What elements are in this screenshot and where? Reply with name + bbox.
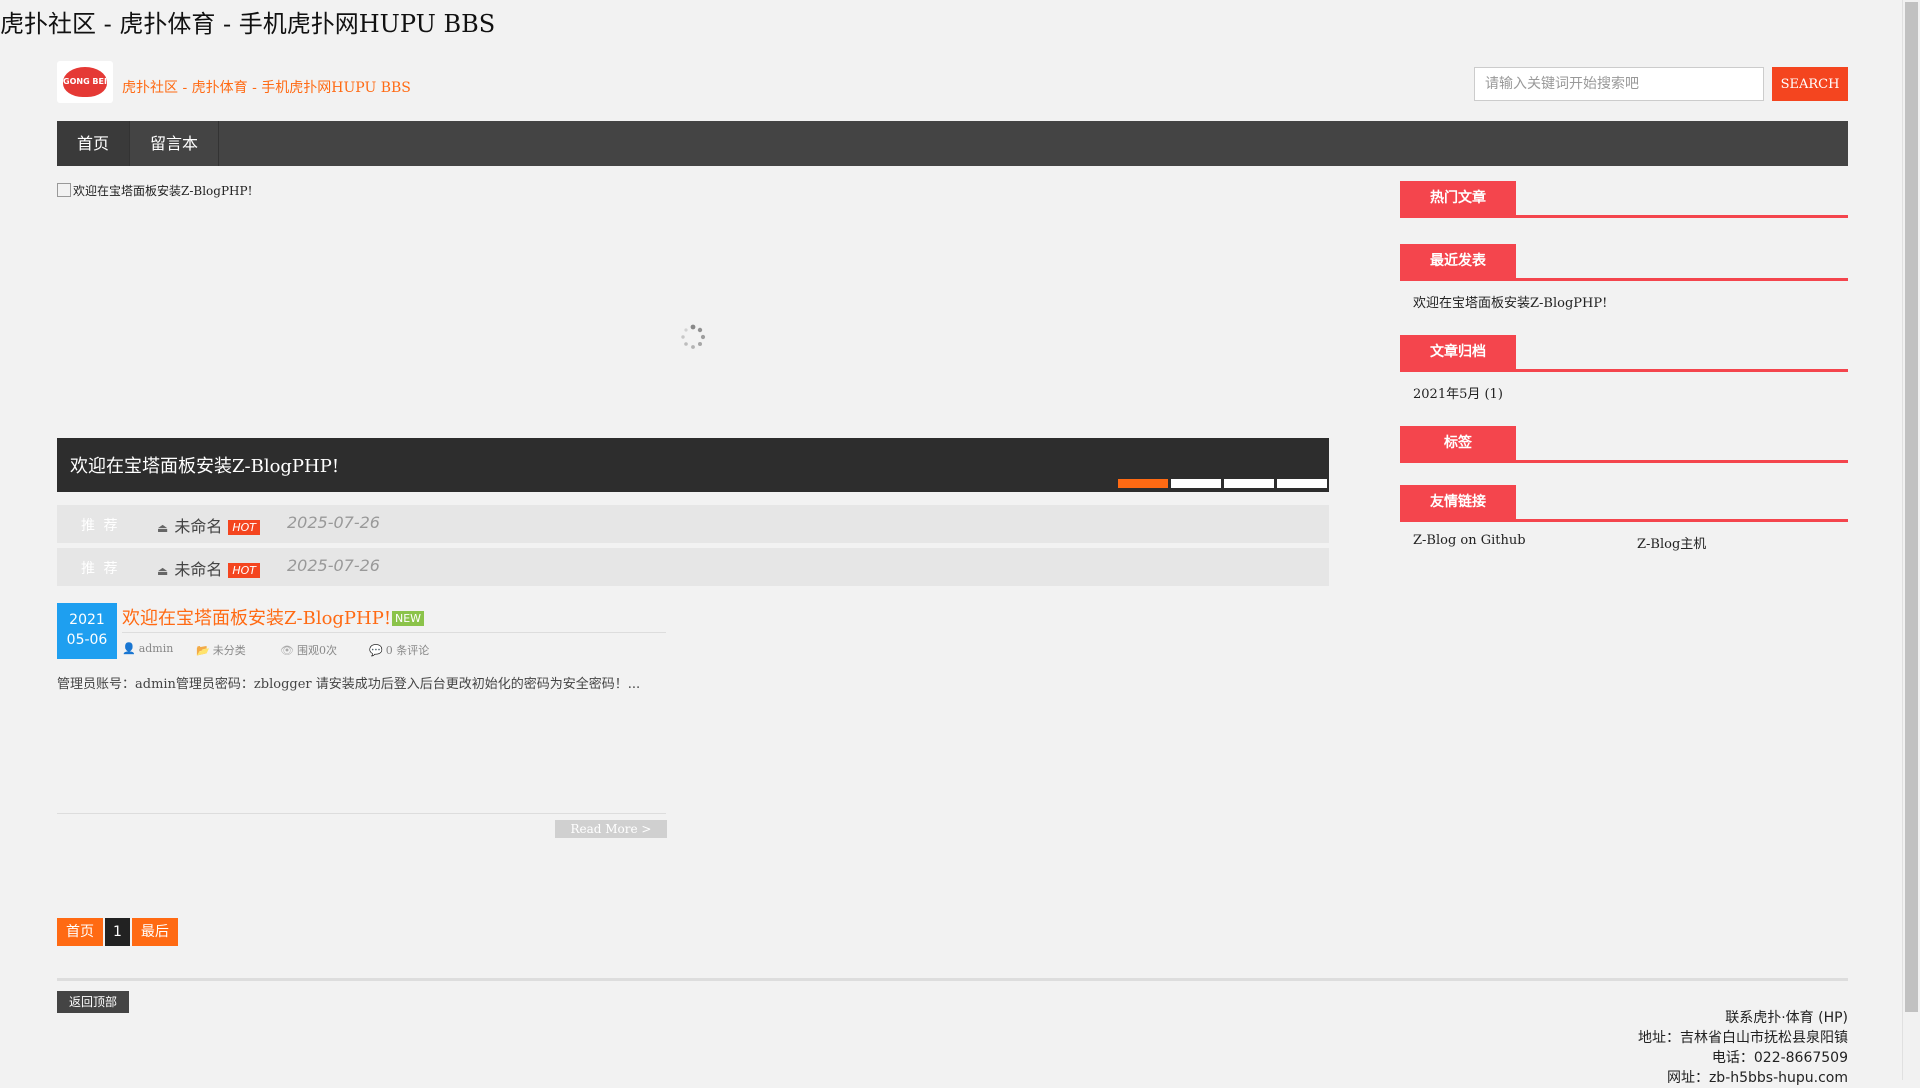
loading-spinner-icon — [681, 324, 706, 349]
page-scrollbar[interactable] — [1902, 0, 1920, 1080]
recommended-row: 推 荐 ⏏ 未命名 HOT 2025-07-26 — [57, 505, 1329, 543]
user-icon: 👤 — [122, 642, 136, 655]
widget-title: 最近发表 — [1400, 244, 1516, 278]
post-author-text: admin — [138, 642, 174, 655]
pagination-first[interactable]: 首页 — [57, 918, 103, 946]
slider-dots — [1118, 479, 1327, 488]
pagination: 首页 1 最后 — [57, 918, 178, 946]
footer-contact: 联系虎扑·体育 (HP) — [1725, 1010, 1848, 1026]
post-views-text: 围观0次 — [296, 644, 337, 657]
widget-title: 友情链接 — [1400, 485, 1516, 519]
post-month-day: 05-06 — [66, 632, 108, 648]
post-category-text: 未分类 — [212, 644, 246, 657]
widget-friend-links: 友情链接 — [1400, 485, 1848, 522]
post-views: 👁 围观0次 — [280, 642, 337, 658]
footer-address: 地址：吉林省白山市抚松县泉阳镇 — [1638, 1030, 1848, 1046]
page-title: 虎扑社区 - 虎扑体育 - 手机虎扑网HUPU BBS — [0, 10, 496, 38]
post-title-divider — [122, 632, 666, 633]
site-title-link[interactable]: 虎扑社区 - 虎扑体育 - 手机虎扑网HUPU BBS — [122, 77, 411, 97]
friend-link[interactable]: Z-Blog on Github — [1413, 533, 1526, 548]
hot-badge: HOT — [228, 520, 261, 535]
recommended-date: 2025-07-26 — [287, 513, 380, 532]
recommended-title-link[interactable]: ⏏ 未命名 HOT — [157, 513, 261, 537]
folder-icon: 📂 — [196, 644, 210, 657]
read-more-button[interactable]: Read More > — [555, 820, 667, 838]
widget-recent-posts: 最近发表 — [1400, 244, 1848, 281]
eye-icon: 👁 — [280, 644, 294, 657]
post-comments-text: 0 条评论 — [385, 644, 430, 657]
widget-archives: 文章归档 — [1400, 335, 1848, 372]
search-button[interactable]: SEARCH — [1772, 67, 1848, 101]
post-category[interactable]: 📂 未分类 — [196, 642, 246, 658]
new-badge: NEW — [392, 611, 425, 626]
widget-title: 热门文章 — [1400, 181, 1516, 215]
main-nav: 首页 留言本 — [57, 121, 1848, 166]
comment-icon: 💬 — [369, 644, 383, 657]
footer-divider — [57, 978, 1848, 981]
search-input[interactable] — [1474, 67, 1764, 101]
recommended-row: 推 荐 ⏏ 未命名 HOT 2025-07-26 — [57, 548, 1329, 586]
recommended-title-text: 未命名 — [174, 517, 223, 536]
scrollbar-thumb[interactable] — [1905, 2, 1918, 1012]
recent-post-link[interactable]: 欢迎在宝塔面板安装Z-BlogPHP! — [1413, 292, 1607, 311]
post-title-link[interactable]: 欢迎在宝塔面板安装Z-BlogPHP! — [122, 604, 391, 630]
post-excerpt: 管理员账号：admin管理员密码：zblogger 请安装成功后登入后台更改初始… — [57, 677, 641, 692]
widget-title: 文章归档 — [1400, 335, 1516, 369]
footer-phone: 电话：022-8667509 — [1711, 1050, 1848, 1066]
slider-caption-bar: 欢迎在宝塔面板安装Z-BlogPHP! — [57, 438, 1329, 492]
post-author[interactable]: 👤 admin — [122, 642, 173, 655]
post-divider — [57, 813, 666, 814]
friend-link[interactable]: Z-Blog主机 — [1637, 533, 1706, 552]
archive-link[interactable]: 2021年5月 (1) — [1413, 383, 1503, 402]
widget-hot-articles: 热门文章 — [1400, 181, 1848, 218]
slider-caption[interactable]: 欢迎在宝塔面板安装Z-BlogPHP! — [70, 452, 339, 478]
widget-header: 友情链接 — [1400, 485, 1848, 522]
recommended-title-link[interactable]: ⏏ 未命名 HOT — [157, 556, 261, 580]
hot-badge: HOT — [228, 563, 261, 578]
eject-icon: ⏏ — [157, 521, 169, 535]
slider-dot-4[interactable] — [1277, 479, 1327, 488]
pagination-current[interactable]: 1 — [105, 918, 130, 946]
widget-header: 热门文章 — [1400, 181, 1848, 218]
footer-website[interactable]: 网址：zb-h5bbs-hupu.com — [1638, 1068, 1848, 1088]
slider-dot-1[interactable] — [1118, 479, 1168, 488]
logo-badge: GONG BEI — [63, 67, 107, 97]
widget-header: 标签 — [1400, 426, 1848, 463]
pagination-last[interactable]: 最后 — [131, 918, 178, 946]
recommended-label: 推 荐 — [81, 518, 120, 534]
footer-contact-info: 联系虎扑·体育 (HP) 地址：吉林省白山市抚松县泉阳镇 电话：022-8667… — [1638, 1008, 1848, 1088]
nav-item-home[interactable]: 首页 — [57, 121, 131, 166]
widget-tags: 标签 — [1400, 426, 1848, 463]
eject-icon: ⏏ — [157, 564, 169, 578]
slider-image-alt-text: 欢迎在宝塔面板安装Z-BlogPHP! — [73, 184, 253, 198]
nav-item-guestbook[interactable]: 留言本 — [130, 121, 220, 166]
slider-dot-3[interactable] — [1224, 479, 1274, 488]
post-comments[interactable]: 💬 0 条评论 — [369, 642, 429, 658]
recommended-label: 推 荐 — [81, 561, 120, 577]
back-to-top-button[interactable]: 返回顶部 — [57, 991, 129, 1013]
recommended-date: 2025-07-26 — [287, 556, 380, 575]
site-logo[interactable]: GONG BEI — [57, 61, 113, 103]
broken-image-icon — [57, 183, 71, 197]
post-date-box: 2021 05-06 — [57, 603, 117, 659]
widget-header: 最近发表 — [1400, 244, 1848, 281]
slider-image[interactable]: 欢迎在宝塔面板安装Z-BlogPHP! — [57, 182, 252, 199]
recommended-title-text: 未命名 — [174, 560, 223, 579]
widget-title: 标签 — [1400, 426, 1516, 460]
widget-header: 文章归档 — [1400, 335, 1848, 372]
slider-dot-2[interactable] — [1171, 479, 1221, 488]
post-year: 2021 — [69, 612, 105, 628]
